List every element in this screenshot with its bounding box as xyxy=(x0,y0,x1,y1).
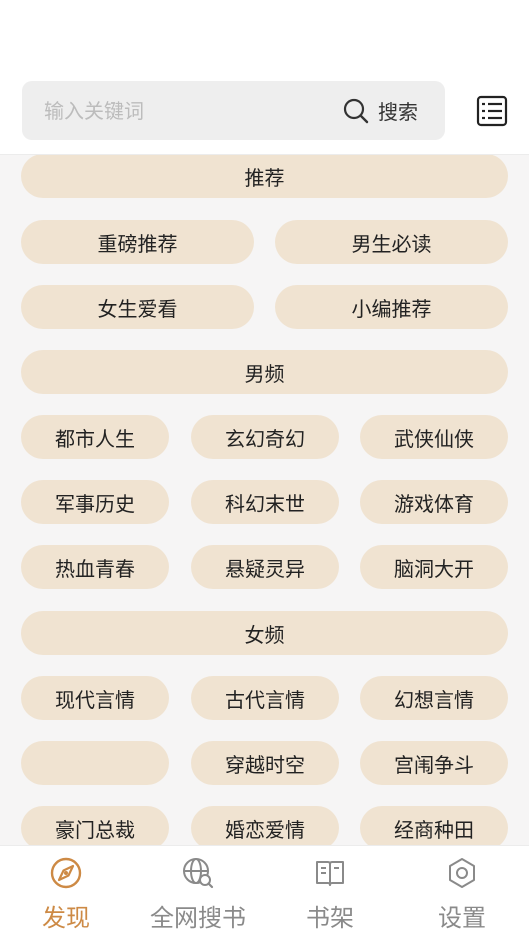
search-box: 搜索 xyxy=(22,81,445,140)
section-header-recommend[interactable]: 推荐 xyxy=(21,155,508,198)
search-input[interactable] xyxy=(44,81,324,140)
category-chip[interactable]: 经商种田 xyxy=(360,806,508,845)
category-chip[interactable]: 男生必读 xyxy=(275,220,508,264)
compass-icon xyxy=(49,856,83,890)
nav-item-bookshelf[interactable]: 书架 xyxy=(264,846,396,942)
category-chip[interactable]: 豪门总裁 xyxy=(21,806,169,845)
category-chip[interactable]: 女生爱看 xyxy=(21,285,254,329)
category-chip[interactable]: 游戏体育 xyxy=(360,480,508,524)
section-header-male[interactable]: 男频 xyxy=(21,350,508,394)
category-chip[interactable]: 现代言情 xyxy=(21,676,169,720)
category-list: 推荐 重磅推荐 男生必读 女生爱看 小编推荐 男频 都市人生 玄幻奇幻 武侠仙侠… xyxy=(0,155,529,845)
book-icon xyxy=(313,856,347,890)
category-chip[interactable]: 穿越时空 xyxy=(191,741,339,785)
category-chip[interactable]: 玄幻奇幻 xyxy=(191,415,339,459)
nav-label: 书架 xyxy=(306,904,354,932)
category-chip[interactable]: 小编推荐 xyxy=(275,285,508,329)
category-chip[interactable]: 脑洞大开 xyxy=(360,545,508,589)
category-chip[interactable]: 古代言情 xyxy=(191,676,339,720)
top-bar: 搜索 xyxy=(0,60,529,155)
nav-label: 发现 xyxy=(42,904,90,932)
category-chip-empty[interactable] xyxy=(21,741,169,785)
category-chip[interactable]: 都市人生 xyxy=(21,415,169,459)
category-chip[interactable]: 军事历史 xyxy=(21,480,169,524)
category-chip[interactable]: 幻想言情 xyxy=(360,676,508,720)
category-chip[interactable]: 悬疑灵异 xyxy=(191,545,339,589)
nav-item-discover[interactable]: 发现 xyxy=(0,846,132,942)
list-icon xyxy=(476,95,508,131)
globe-search-icon xyxy=(181,856,215,890)
section-header-female[interactable]: 女频 xyxy=(21,611,508,655)
bottom-nav: 发现 全网搜书 书架 设置 xyxy=(0,845,529,942)
search-button[interactable]: 搜索 xyxy=(342,81,418,140)
category-chip[interactable]: 婚恋爱情 xyxy=(191,806,339,845)
nav-item-settings[interactable]: 设置 xyxy=(396,846,528,942)
category-chip[interactable]: 武侠仙侠 xyxy=(360,415,508,459)
category-chip[interactable]: 热血青春 xyxy=(21,545,169,589)
nav-label: 设置 xyxy=(438,904,486,932)
status-bar-area xyxy=(0,0,529,60)
nav-item-web-search[interactable]: 全网搜书 xyxy=(132,846,264,942)
book-list-button[interactable] xyxy=(476,95,508,127)
search-button-label: 搜索 xyxy=(378,100,418,124)
category-chip[interactable]: 科幻末世 xyxy=(191,480,339,524)
settings-gear-icon xyxy=(445,856,479,890)
category-chip[interactable]: 重磅推荐 xyxy=(21,220,254,264)
nav-label: 全网搜书 xyxy=(150,904,246,932)
search-icon xyxy=(342,97,370,125)
category-chip[interactable]: 宫闱争斗 xyxy=(360,741,508,785)
